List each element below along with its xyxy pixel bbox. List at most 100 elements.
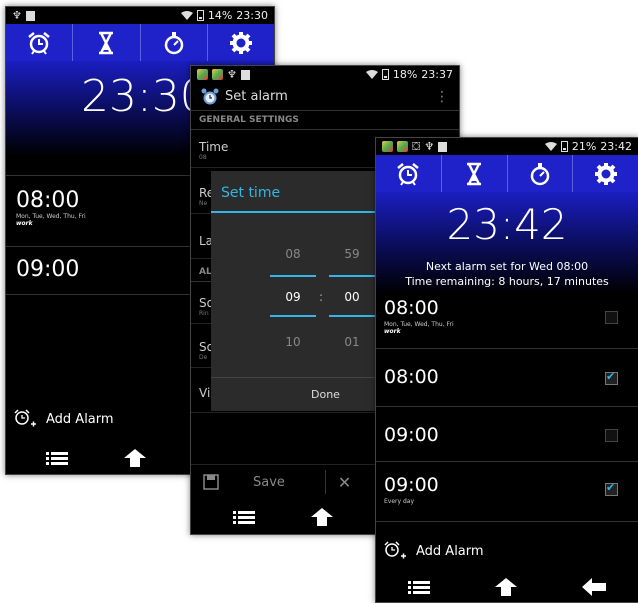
stopwatch-icon	[530, 162, 550, 185]
battery-icon	[381, 69, 389, 80]
tab-settings[interactable]	[208, 24, 274, 61]
tab-bar	[6, 24, 274, 61]
status-time: 23:30	[236, 9, 268, 22]
time-remaining-text: Time remaining: 8 hours, 17 minutes	[405, 275, 609, 288]
minute-divider-bottom	[329, 315, 375, 317]
alarm-time: 08:00	[384, 366, 439, 388]
battery-percent: 21%	[571, 140, 597, 153]
clock-area: 23:42 Next alarm set for Wed 08:00 Time …	[376, 192, 638, 294]
hour-prev[interactable]: 08	[271, 247, 315, 261]
notification-icon	[240, 69, 250, 80]
app-notification-icon	[382, 141, 393, 152]
alarm-row[interactable]: 08:00 Mon, Tue, Wed, Thu, Fri work	[376, 294, 638, 349]
save-button[interactable]: Save	[253, 475, 285, 490]
minute-selected[interactable]: 00	[330, 290, 374, 304]
alarm-time: 08:00	[384, 297, 439, 319]
alarm-clock-icon	[397, 162, 420, 186]
stopwatch-icon	[164, 31, 183, 54]
setting-label: Time	[199, 140, 229, 154]
phone-screen-3: ⛋ ♆ 21% 23:42 23:42 Next alarm set for W…	[375, 137, 638, 603]
usb-icon: ♆	[12, 9, 22, 22]
overflow-menu-icon[interactable]: ⋮	[435, 90, 449, 104]
alarm-clock-icon	[28, 31, 50, 55]
hour-divider-bottom	[270, 315, 316, 317]
gear-icon	[594, 162, 617, 185]
tab-stopwatch[interactable]	[141, 24, 208, 61]
home-icon[interactable]	[311, 508, 333, 526]
alarm-days: Mon, Tue, Wed, Thu, Fri	[384, 321, 454, 328]
page-title: Set alarm	[225, 89, 288, 104]
bar-divider	[324, 470, 326, 494]
menu-icon[interactable]	[46, 451, 68, 465]
back-icon[interactable]	[581, 578, 606, 596]
close-icon[interactable]: ✕	[338, 473, 351, 492]
tab-settings[interactable]	[573, 155, 638, 192]
app-alarm-icon[interactable]	[201, 88, 219, 106]
menu-icon[interactable]	[233, 510, 255, 524]
alarm-label: work	[384, 328, 401, 335]
add-alarm-icon	[384, 541, 406, 559]
app-notification-icon	[397, 141, 408, 152]
hour-selected[interactable]: 09	[271, 290, 315, 304]
notification-icon	[25, 10, 35, 21]
alarm-enabled-checkbox[interactable]	[605, 429, 618, 442]
alarm-enabled-checkbox[interactable]	[605, 370, 618, 385]
app-notification-icon	[212, 69, 223, 80]
menu-icon[interactable]	[408, 580, 431, 594]
hourglass-icon	[99, 31, 114, 54]
status-bar: ⛋ ♆ 21% 23:42	[376, 138, 638, 155]
minute-divider-top	[329, 275, 375, 277]
wifi-icon	[180, 11, 193, 20]
status-bar: ♆ 18% 23:37	[191, 66, 459, 83]
action-bar: Set alarm ⋮	[191, 83, 459, 110]
add-alarm-label: Add Alarm	[46, 411, 114, 427]
tab-stopwatch[interactable]	[508, 155, 574, 192]
status-time: 23:42	[600, 140, 632, 153]
battery-percent: 18%	[392, 68, 418, 81]
minute-prev[interactable]: 59	[330, 247, 374, 261]
alarm-time: 09:00	[384, 474, 439, 496]
alarm-enabled-checkbox[interactable]	[605, 481, 618, 496]
usb-icon: ♆	[227, 68, 237, 81]
add-alarm-button[interactable]: Add Alarm	[14, 409, 114, 429]
wifi-icon	[544, 142, 557, 151]
alarm-row[interactable]: 09:00	[376, 407, 638, 462]
usb-icon: ♆	[424, 140, 435, 153]
next-alarm-text: Next alarm set for Wed 08:00	[425, 260, 589, 273]
minute-next[interactable]: 01	[330, 335, 374, 349]
alarm-time: 09:00	[384, 424, 439, 446]
shop-icon: ⛋	[412, 139, 421, 153]
time-separator: :	[319, 290, 324, 304]
home-icon[interactable]	[124, 449, 146, 467]
tab-timer[interactable]	[73, 24, 141, 61]
wifi-icon	[365, 70, 378, 79]
section-general-settings: GENERAL SETTINGS	[191, 110, 459, 130]
app-notification-icon	[197, 69, 208, 80]
add-alarm-icon	[14, 409, 36, 427]
add-alarm-button[interactable]: Add Alarm	[384, 541, 484, 561]
hour-next[interactable]: 10	[271, 335, 315, 349]
hour-divider-top	[270, 275, 316, 277]
tab-alarm[interactable]	[376, 155, 442, 192]
nav-bar	[376, 572, 638, 602]
gear-icon	[229, 31, 252, 54]
hourglass-icon	[467, 162, 482, 185]
home-icon[interactable]	[494, 578, 517, 596]
current-time: 23:30	[81, 71, 208, 122]
alarm-enabled-checkbox[interactable]	[605, 311, 618, 324]
tab-alarm[interactable]	[6, 24, 74, 61]
notification-icon	[438, 141, 448, 152]
status-time: 23:37	[421, 68, 453, 81]
alarm-row[interactable]: 08:00	[376, 349, 638, 407]
add-alarm-label: Add Alarm	[416, 543, 484, 559]
tab-bar	[376, 155, 638, 192]
alarm-row[interactable]: 09:00 Every day	[376, 462, 638, 522]
alarm-days: Every day	[384, 498, 414, 505]
status-bar: ♆ 14% 23:30	[6, 7, 274, 24]
tab-timer[interactable]	[442, 155, 508, 192]
battery-icon	[560, 141, 568, 152]
battery-percent: 14%	[207, 9, 233, 22]
save-icon	[203, 474, 219, 490]
current-time: 23:42	[446, 200, 568, 249]
battery-icon	[196, 10, 204, 21]
